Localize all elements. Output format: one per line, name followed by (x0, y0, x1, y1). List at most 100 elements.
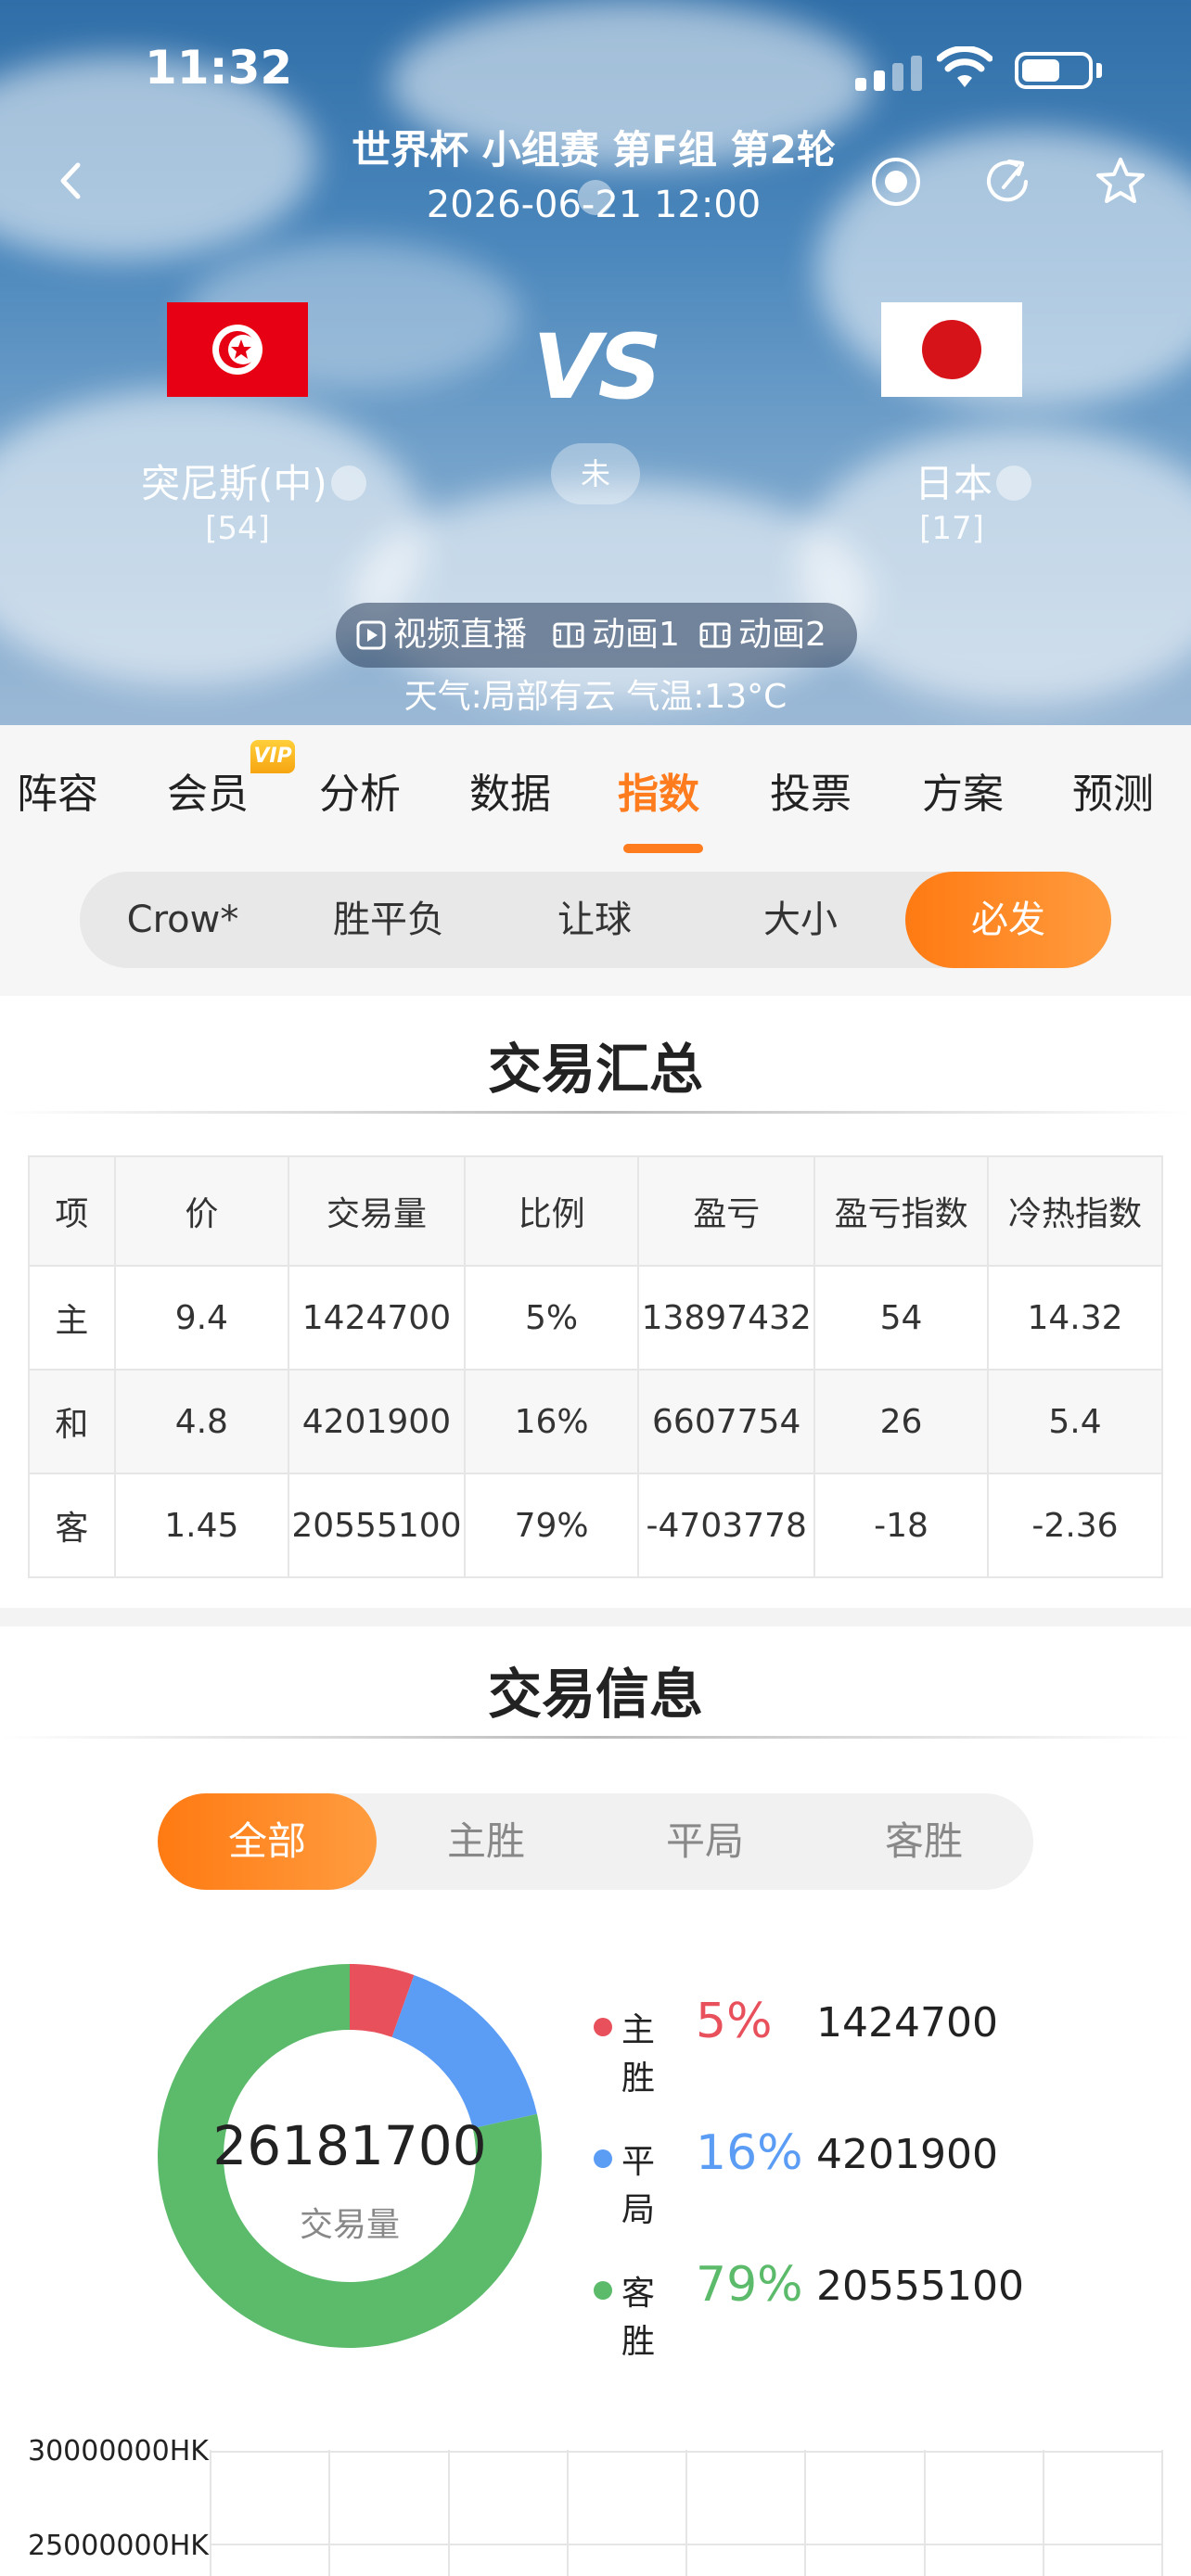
away-team-name[interactable]: 日本 (915, 453, 1032, 509)
match-title-text: 世界杯 小组赛 第F组 第2轮 (352, 127, 836, 172)
info-title: 交易信息 (487, 1663, 703, 1726)
tab-vote[interactable]: 投票 (770, 760, 852, 820)
back-arrow-icon[interactable] (52, 158, 89, 204)
active-tab-indicator (623, 844, 703, 853)
table-header-cell: 盈亏指数 (813, 1155, 989, 1267)
legend-dot (594, 2149, 612, 2168)
table-row: 客 1.45 20555100 79% -4703778 -18 -2.36 (28, 1473, 1163, 1578)
table-cell: 16% (463, 1369, 640, 1474)
tab-odds[interactable]: 指数 (618, 760, 699, 820)
pitch-icon (699, 622, 731, 648)
y-axis-tick-label: 30000000HKS (28, 2435, 210, 2468)
filter-draw[interactable]: 平局 (596, 1793, 814, 1890)
vs-text: VS (532, 315, 661, 419)
table-header-cell: 盈亏 (637, 1155, 816, 1267)
table-cell: 4.8 (113, 1369, 290, 1474)
wifi-icon (937, 46, 992, 87)
table-header-cell: 价 (113, 1155, 290, 1267)
animation1-button[interactable]: 动画1 (553, 603, 680, 668)
vip-badge: VIP (250, 740, 295, 773)
table-header-cell: 比例 (463, 1155, 640, 1267)
animation1-label: 动画1 (592, 616, 680, 654)
animation2-button[interactable]: 动画2 (699, 603, 826, 668)
table-cell: -2.36 (987, 1473, 1163, 1578)
table-cell: 9.4 (113, 1265, 290, 1371)
table-cell: 和 (28, 1369, 116, 1474)
y-axis-tick-label: 25000000HKS (28, 2530, 210, 2562)
legend-percent: 16% (696, 2125, 803, 2181)
table-cell: 14.32 (987, 1265, 1163, 1371)
weather-info: 天气:局部有云 气温:13°C (403, 678, 788, 716)
summary-title: 交易汇总 (487, 1038, 703, 1101)
table-cell: 13897432 (637, 1265, 816, 1371)
table-cell: -18 (813, 1473, 989, 1578)
segment-over-under[interactable]: 大小 (698, 872, 903, 968)
record-icon[interactable] (868, 154, 924, 210)
table-cell: 20555100 (288, 1473, 466, 1578)
away-team-rank: [17] (919, 510, 984, 547)
status-time: 11:32 (145, 41, 293, 95)
section-divider (0, 1736, 1191, 1739)
segment-betfair[interactable]: 必发 (905, 872, 1111, 968)
table-cell: 6607754 (637, 1369, 816, 1474)
legend-value: 4201900 (816, 2131, 998, 2178)
donut-slice-draw (391, 1974, 537, 2129)
filter-away-win[interactable]: 客胜 (814, 1793, 1033, 1890)
match-status-badge: 未 (551, 443, 640, 504)
tab-plan[interactable]: 方案 (922, 760, 1004, 820)
tab-prediction[interactable]: 预测 (1072, 760, 1154, 820)
favorite-star-icon[interactable] (1093, 154, 1148, 210)
battery-icon (1015, 52, 1093, 89)
table-cell: 79% (463, 1473, 640, 1578)
legend-dot (594, 2281, 612, 2300)
table-header-row: 项 价 交易量 比例 盈亏 盈亏指数 冷热指数 (28, 1155, 1163, 1267)
share-icon[interactable] (981, 154, 1037, 210)
japan-flag-icon (881, 302, 1022, 397)
table-cell: 26 (813, 1369, 989, 1474)
legend-name: 主胜 (621, 2011, 656, 2098)
chevron-right-icon (330, 465, 366, 501)
legend-name: 平局 (621, 2143, 656, 2229)
segment-win-draw-loss[interactable]: 胜平负 (286, 872, 492, 968)
tab-data[interactable]: 数据 (469, 760, 551, 820)
table-cell: 5% (463, 1265, 640, 1371)
chevron-right-icon (996, 465, 1032, 501)
tab-lineup[interactable]: 阵容 (17, 760, 98, 820)
table-cell: 5.4 (987, 1369, 1163, 1474)
table-cell: -4703778 (637, 1473, 816, 1578)
filter-all[interactable]: 全部 (158, 1793, 377, 1890)
tab-member[interactable]: 会员 (167, 760, 249, 820)
table-cell: 客 (28, 1473, 116, 1578)
tunisia-flag-icon (167, 302, 308, 397)
legend-percent: 79% (696, 2257, 803, 2313)
video-live-button[interactable]: 视频直播 (356, 603, 527, 668)
legend-dot (594, 2018, 612, 2036)
legend-name: 客胜 (621, 2275, 656, 2361)
table-header-cell: 项 (28, 1155, 116, 1267)
table-row: 和 4.8 4201900 16% 6607754 26 5.4 (28, 1369, 1163, 1474)
donut-center-label: 交易量 (299, 2206, 400, 2244)
section-divider (0, 1111, 1191, 1114)
filter-home-win[interactable]: 主胜 (377, 1793, 596, 1890)
tab-analysis[interactable]: 分析 (319, 760, 401, 820)
segment-handicap[interactable]: 让球 (492, 872, 698, 968)
home-team-rank: [54] (205, 510, 270, 547)
section-separator (0, 1608, 1191, 1626)
legend-value: 20555100 (816, 2263, 1024, 2310)
battery-tip (1096, 63, 1102, 78)
table-header-cell: 交易量 (288, 1155, 466, 1267)
table-cell: 1424700 (288, 1265, 466, 1371)
animation2-label: 动画2 (738, 616, 826, 654)
home-team-label: 突尼斯(中) (141, 461, 327, 506)
play-icon (356, 620, 386, 650)
table-cell: 4201900 (288, 1369, 466, 1474)
legend-percent: 5% (696, 1994, 773, 2049)
home-team-name[interactable]: 突尼斯(中) (141, 453, 366, 509)
table-header-cell: 冷热指数 (987, 1155, 1163, 1267)
status-bar: 11:32 (0, 37, 1191, 102)
segment-crow[interactable]: Crow* (80, 872, 286, 968)
pitch-icon (553, 622, 584, 648)
away-team-label: 日本 (915, 461, 993, 506)
match-time: 2026-06-21 12:00 (426, 184, 762, 226)
volume-trend-chart-grid (210, 2450, 1163, 2576)
